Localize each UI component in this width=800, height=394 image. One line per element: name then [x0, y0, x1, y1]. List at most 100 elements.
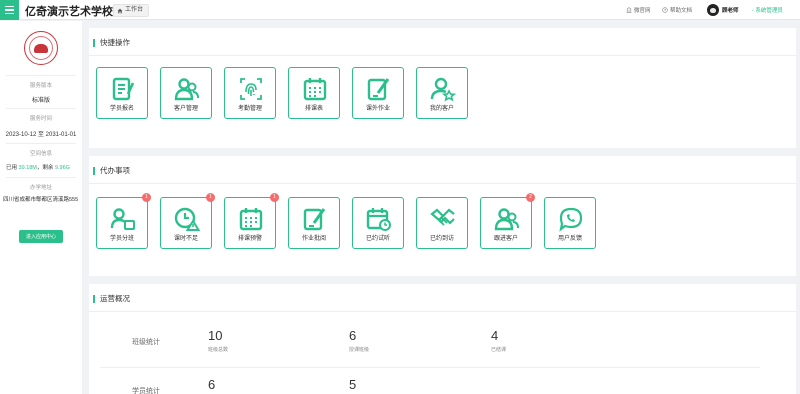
- tile-label: 客户管理: [173, 106, 198, 112]
- user-star-icon: [430, 77, 456, 102]
- tile-label: 已约到访: [429, 236, 454, 242]
- calendar-clock-icon: [366, 208, 391, 231]
- calendar-grid-icon: [239, 208, 263, 231]
- app-title: 亿奇演示艺术学校: [25, 6, 113, 18]
- tile-label: 我的客户: [429, 106, 454, 112]
- tile-label: 考勤管理: [237, 106, 262, 112]
- avatar[interactable]: [707, 4, 719, 16]
- feedback-phone-icon: [559, 207, 583, 232]
- todo-trial-booked-button[interactable]: 已约试听: [352, 197, 404, 249]
- stat-value: 4: [491, 328, 499, 343]
- sidebar: 服务版本 标准版 服务时间 2023-10-12 至 2031-01-01 空间…: [0, 21, 82, 394]
- tile-label: 排课预警: [237, 236, 262, 242]
- period-label: 服务时间: [29, 116, 52, 122]
- divider: [89, 311, 796, 312]
- class-stats-label: 班级统计: [132, 339, 160, 346]
- divider: [6, 143, 76, 144]
- tile-label: 排课表: [304, 106, 323, 112]
- clock-warning-icon: [174, 207, 200, 231]
- todo-feedback-button[interactable]: 用户反馈: [544, 197, 596, 249]
- quick-homework-button[interactable]: 课外作业: [352, 67, 404, 119]
- space-label: 空间信息: [29, 151, 52, 157]
- divider: [6, 75, 76, 76]
- microsite-link[interactable]: 微官网: [626, 6, 651, 14]
- homework-pen-icon: [367, 78, 390, 101]
- student-group-icon: [110, 208, 135, 230]
- menu-toggle-icon[interactable]: [0, 0, 19, 20]
- customers-icon: [494, 208, 519, 231]
- count-badge: 2: [526, 193, 535, 202]
- stat-value: 5: [349, 377, 357, 392]
- quick-my-customers-button[interactable]: 我的客户: [416, 67, 468, 119]
- calendar-grid-icon: [303, 78, 327, 101]
- todo-visit-booked-button[interactable]: 已约到访: [416, 197, 468, 249]
- divider: [89, 183, 796, 184]
- space-remain: 9.96G: [54, 165, 70, 171]
- student-stats-label: 学员统计: [132, 388, 160, 394]
- help-circle-icon: [662, 7, 668, 13]
- space-remain-prefix: ，剩余: [36, 165, 54, 171]
- user-name[interactable]: 顾老师: [722, 6, 739, 14]
- homework-pen-icon: [303, 208, 326, 231]
- tile-label: 跟进客户: [493, 236, 518, 242]
- tile-label: 已约试听: [365, 236, 390, 242]
- todo-schedule-warning-button[interactable]: 排课预警 1: [224, 193, 279, 249]
- period-value: 2023-10-12 至 2031-01-01: [5, 132, 77, 138]
- quick-actions-title: 快捷操作: [93, 39, 130, 47]
- divider: [6, 108, 76, 109]
- quick-signup-button[interactable]: 学员报名: [96, 67, 148, 119]
- stat-caption: 已结课: [491, 347, 507, 353]
- microsite-label: 微官网: [634, 8, 651, 14]
- version-value: 标准版: [31, 98, 50, 104]
- version-label: 服务版本: [29, 83, 52, 89]
- enter-app-center-button[interactable]: 进入应用中心: [19, 230, 63, 243]
- stat-caption: 班级总数: [208, 347, 229, 353]
- fingerprint-icon: [240, 78, 262, 100]
- count-badge: 1: [142, 193, 151, 202]
- home-icon: [117, 8, 123, 13]
- space-value: 已用 39.18M，剩余 9.96G: [6, 163, 80, 171]
- overview-title: 运营概况: [93, 295, 130, 303]
- count-badge: 1: [270, 193, 279, 202]
- top-bar: 亿奇演示艺术学校 工作台 微官网 帮助文档 顾老师 - 系统管理员: [0, 0, 800, 20]
- divider: [89, 55, 796, 56]
- divider: [6, 177, 76, 178]
- customers-icon: [174, 78, 199, 101]
- quick-customers-button[interactable]: 客户管理: [160, 67, 212, 119]
- address-value: 四川省成都市郫都区清溪路555: [3, 197, 79, 203]
- quick-attendance-button[interactable]: 考勤管理: [224, 67, 276, 119]
- quick-schedule-button[interactable]: 排课表: [288, 67, 340, 119]
- todo-class-assign-button[interactable]: 学员分班 1: [96, 193, 151, 249]
- tile-label: 课外作业: [365, 106, 390, 112]
- stat-value: 6: [349, 328, 357, 343]
- help-docs-link[interactable]: 帮助文档: [662, 6, 692, 14]
- tab-home-label: 工作台: [125, 7, 144, 13]
- school-logo: [24, 31, 58, 65]
- tile-label: 学员分班: [109, 236, 134, 242]
- signup-form-icon: [112, 77, 135, 101]
- user-role[interactable]: - 系统管理员: [752, 6, 783, 14]
- quick-actions-panel: 快捷操作 学员报名 客户管理 考勤管理 排课表 课外作业 我的客户: [89, 28, 796, 148]
- space-used: 39.18M: [18, 165, 37, 171]
- tile-label: 作业批阅: [301, 236, 326, 242]
- todo-low-hours-button[interactable]: 课时不足 1: [160, 193, 215, 249]
- divider: [100, 367, 760, 368]
- todo-followup-customers-button[interactable]: 跟进客户 2: [480, 193, 535, 249]
- building-icon: [626, 7, 632, 13]
- tile-label: 用户反馈: [557, 236, 582, 242]
- todo-homework-review-button[interactable]: 作业批阅: [288, 197, 340, 249]
- stat-caption: 授课班级: [349, 347, 370, 353]
- tab-home[interactable]: 工作台: [113, 4, 150, 17]
- overview-panel: 运营概况 班级统计 10 班级总数 6 授课班级 4 已结课 学员统计 6 5: [89, 284, 796, 394]
- address-label: 办学地址: [29, 185, 52, 191]
- stat-value: 6: [208, 377, 216, 392]
- space-used-prefix: 已用: [6, 165, 18, 171]
- help-docs-label: 帮助文档: [670, 8, 693, 14]
- todos-panel: 代办事项 学员分班 1 课时不足 1 排课预警 1 作业批阅 已约试听 已约到访…: [89, 156, 796, 276]
- tile-label: 学员报名: [109, 106, 134, 112]
- handshake-icon: [430, 208, 455, 226]
- todos-title: 代办事项: [93, 167, 130, 175]
- stat-value: 10: [208, 328, 223, 343]
- count-badge: 1: [206, 193, 215, 202]
- tile-label: 课时不足: [173, 236, 198, 242]
